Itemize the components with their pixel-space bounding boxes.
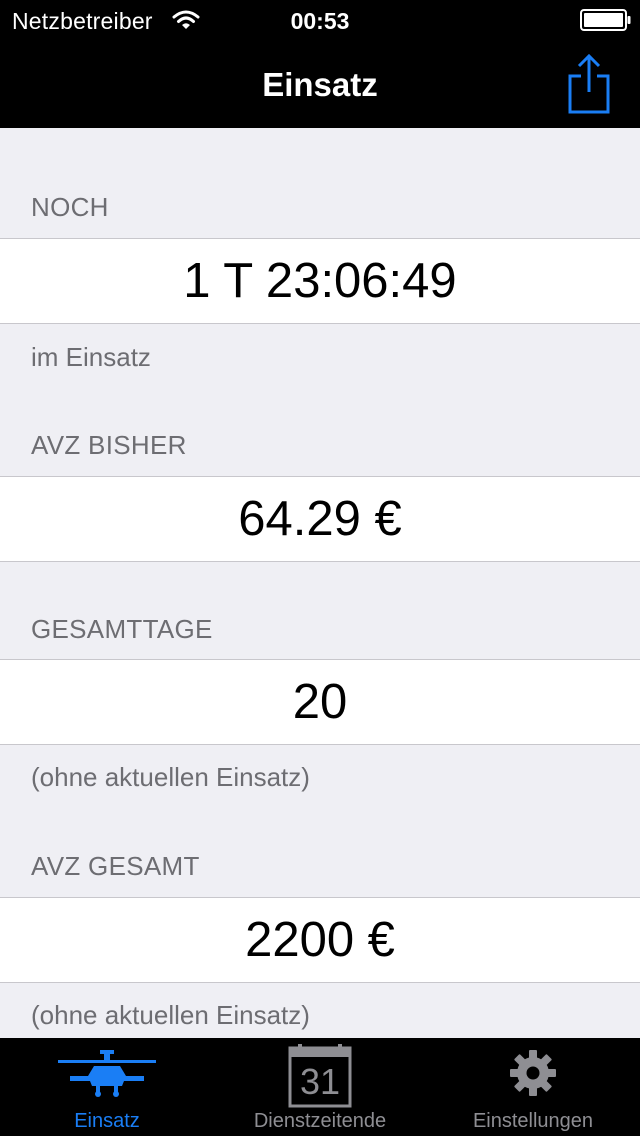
tab-einsatz[interactable]: Einsatz bbox=[0, 1038, 214, 1136]
gesamttage-value: 20 bbox=[292, 675, 348, 729]
gear-icon bbox=[510, 1050, 556, 1101]
share-button[interactable] bbox=[560, 52, 618, 114]
page-title: Einsatz bbox=[262, 66, 378, 103]
tab-dienstzeitende[interactable]: 31 Dienstzeitende bbox=[214, 1038, 426, 1136]
tab-label-dienstzeitende: Dienstzeitende bbox=[253, 1110, 387, 1132]
cell-avz-bisher: 64.29 € bbox=[0, 476, 640, 562]
tab-label-einstellungen: Einstellungen bbox=[472, 1110, 594, 1132]
navigation-bar: Einsatz bbox=[0, 40, 640, 128]
share-icon bbox=[568, 53, 610, 114]
section-header-avz-gesamt: AVZ GESAMT bbox=[31, 851, 200, 881]
cell-gesamttage: 20 bbox=[0, 659, 640, 745]
tab-label-einsatz: Einsatz bbox=[74, 1110, 140, 1132]
app-screen: Netzbetreiber 00:53 Einsatz NOCH 1 T 23:… bbox=[0, 0, 640, 1136]
section-header-noch: NOCH bbox=[31, 192, 109, 222]
tab-einstellungen[interactable]: Einstellungen bbox=[426, 1038, 640, 1136]
section-footer-gesamttage: (ohne aktuellen Einsatz) bbox=[31, 762, 310, 792]
section-footer-avz-gesamt: (ohne aktuellen Einsatz) bbox=[31, 1000, 310, 1030]
status-time: 00:53 bbox=[290, 8, 350, 34]
cell-remaining-time: 1 T 23:06:49 bbox=[0, 238, 640, 324]
tab-bar: Einsatz 31 Dienstzeitende Einstellungen bbox=[0, 1038, 640, 1136]
remaining-time-value: 1 T 23:06:49 bbox=[183, 254, 457, 308]
avz-bisher-value: 64.29 € bbox=[238, 492, 402, 546]
section-header-avz-bisher: AVZ BISHER bbox=[31, 430, 187, 460]
status-bar: Netzbetreiber 00:53 bbox=[0, 0, 640, 40]
calendar-day: 31 bbox=[299, 1061, 341, 1102]
content-list[interactable]: NOCH 1 T 23:06:49 im Einsatz AVZ BISHER … bbox=[0, 128, 640, 1038]
battery-icon bbox=[580, 9, 632, 31]
avz-gesamt-value: 2200 € bbox=[245, 913, 395, 967]
section-header-gesamttage: GESAMTTAGE bbox=[31, 614, 213, 644]
helicopter-icon bbox=[56, 1048, 158, 1103]
section-footer-noch: im Einsatz bbox=[31, 342, 151, 372]
cell-avz-gesamt: 2200 € bbox=[0, 897, 640, 983]
